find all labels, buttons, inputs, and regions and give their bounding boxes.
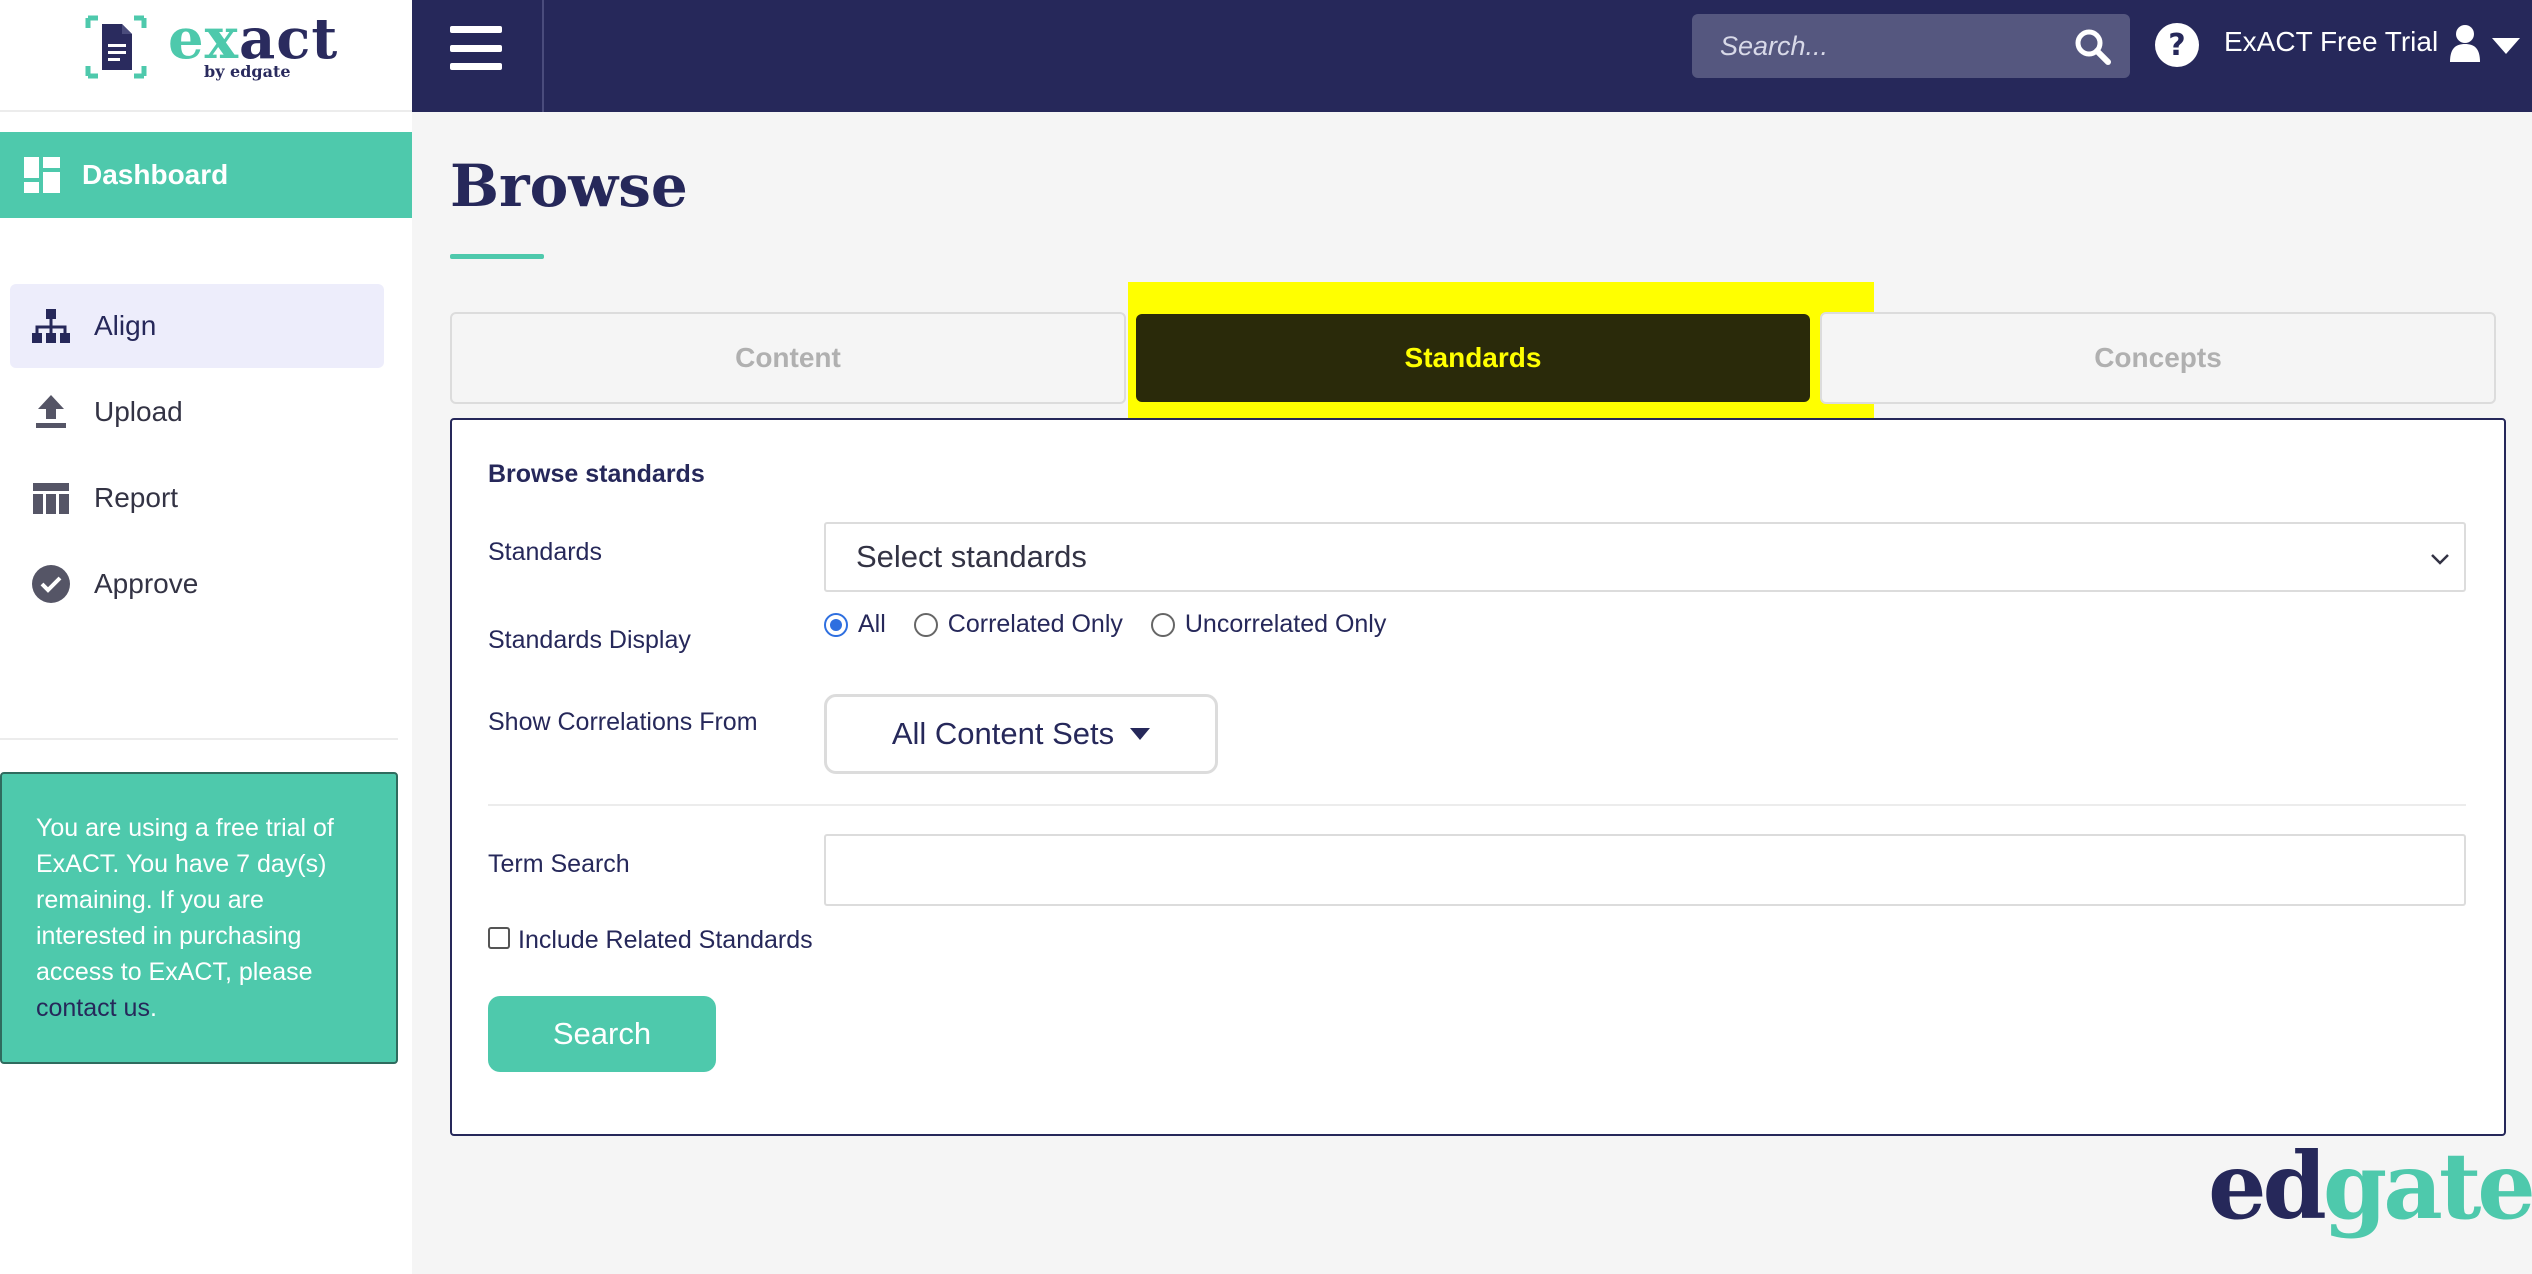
tab-content[interactable]: Content: [450, 312, 1126, 404]
radio-button[interactable]: [1150, 612, 1175, 637]
sidebar-item-report[interactable]: Report: [10, 456, 384, 540]
browse-standards-panel: Browse standards Standards Select standa…: [450, 418, 2506, 1136]
chevron-down-icon: [2431, 554, 2449, 565]
sidebar: exact by edgate Dashboard Align Upload R…: [0, 0, 412, 1274]
logo[interactable]: exact by edgate: [0, 0, 412, 112]
edgate-footer-logo: edgate: [2208, 1132, 2532, 1240]
user-name[interactable]: ExACT Free Trial: [2224, 26, 2438, 58]
caret-down-icon[interactable]: [2492, 38, 2520, 54]
user-icon[interactable]: [2448, 24, 2482, 64]
sidebar-item-label: Upload: [94, 396, 183, 427]
content-sets-value: All Content Sets: [891, 716, 1115, 751]
table-icon: [30, 477, 72, 519]
hamburger-menu-icon[interactable]: [450, 26, 502, 70]
svg-text:?: ?: [2168, 28, 2185, 63]
sidebar-item-label: Report: [94, 482, 179, 513]
page-title: Browse: [450, 152, 688, 220]
sidebar-item-upload[interactable]: Upload: [10, 370, 384, 454]
show-correlations-label: Show Correlations From: [488, 708, 758, 736]
trial-text: You are using a free trial of ExACT. You…: [36, 814, 334, 986]
caret-down-icon: [1130, 728, 1151, 740]
term-search-input[interactable]: [826, 836, 2464, 904]
panel-divider: [488, 804, 2466, 806]
radio-option-correlated-only[interactable]: Correlated Only: [913, 610, 1123, 639]
radio-label: Uncorrelated Only: [1184, 610, 1387, 638]
include-related-standards[interactable]: Include Related Standards: [488, 926, 813, 955]
header-divider: [542, 0, 544, 112]
upload-icon: [30, 391, 72, 433]
standards-select-value: Select standards: [856, 539, 1087, 574]
term-search-field: [824, 834, 2466, 906]
logo-byline: by edgate: [204, 62, 291, 81]
search-button[interactable]: Search: [488, 996, 716, 1072]
document-logo-icon: [85, 15, 147, 79]
sidebar-item-dashboard[interactable]: Dashboard: [0, 132, 412, 218]
sidebar-item-label: Align: [94, 310, 157, 341]
include-related-label: Include Related Standards: [518, 926, 813, 954]
search-input[interactable]: [1692, 14, 2130, 78]
sidebar-item-label: Approve: [94, 568, 199, 599]
tab-concepts[interactable]: Concepts: [1820, 312, 2496, 404]
radio-option-all[interactable]: All: [824, 610, 886, 639]
tab-standards[interactable]: Standards: [1136, 314, 1810, 402]
help-icon[interactable]: ?: [2154, 22, 2200, 68]
trial-text-end: .: [149, 994, 157, 1022]
content-sets-dropdown[interactable]: All Content Sets: [824, 694, 1218, 774]
trial-notice: You are using a free trial of ExACT. You…: [0, 772, 398, 1064]
standards-display-label: Standards Display: [488, 626, 691, 654]
title-underline: [450, 254, 544, 259]
search-icon[interactable]: [2074, 28, 2112, 66]
radio-label: Correlated Only: [947, 610, 1123, 638]
radio-label: All: [858, 610, 886, 638]
term-search-label: Term Search: [488, 850, 630, 878]
contact-us-link[interactable]: contact us: [36, 994, 150, 1022]
panel-heading: Browse standards: [488, 460, 705, 488]
hierarchy-icon: [30, 305, 72, 347]
radio-button[interactable]: [824, 612, 848, 637]
dashboard-icon: [24, 157, 60, 193]
standards-display-options: All Correlated Only Uncorrelated Only: [824, 610, 1414, 639]
global-search: [1692, 14, 2130, 78]
sidebar-item-align[interactable]: Align: [10, 284, 384, 368]
standards-label: Standards: [488, 538, 602, 566]
top-header: ? ExACT Free Trial: [412, 0, 2532, 112]
check-circle-icon: [30, 563, 72, 605]
radio-button[interactable]: [913, 612, 938, 637]
sidebar-item-approve[interactable]: Approve: [10, 542, 384, 626]
sidebar-item-label: Dashboard: [82, 159, 229, 190]
sidebar-nav: Align Upload Report Approve: [10, 284, 384, 628]
radio-option-uncorrelated-only[interactable]: Uncorrelated Only: [1150, 610, 1387, 639]
include-related-checkbox[interactable]: [488, 926, 510, 949]
sidebar-divider: [0, 738, 398, 740]
standards-select[interactable]: Select standards: [824, 522, 2466, 592]
